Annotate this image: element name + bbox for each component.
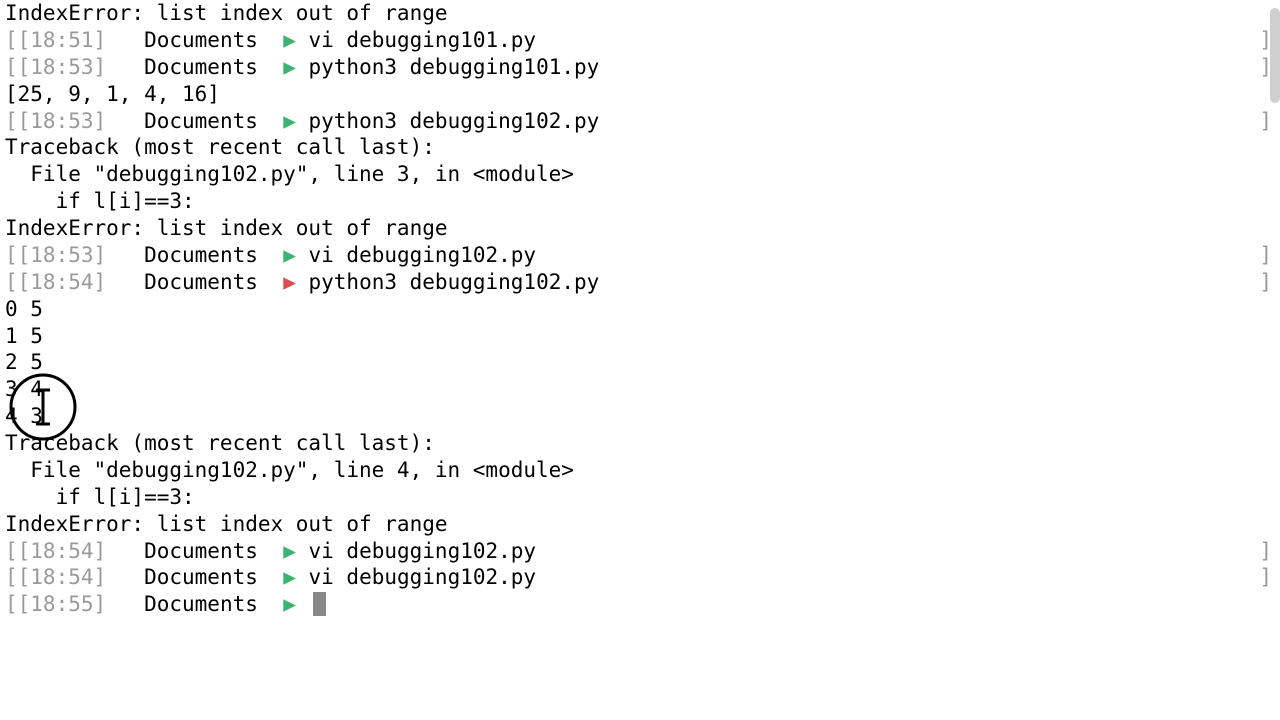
timestamp: [[18:53] <box>5 243 106 267</box>
command-text: vi debugging101.py <box>309 28 537 52</box>
output-text: File "debugging102.py", line 3, in <modu… <box>5 162 574 186</box>
timestamp: [[18:55] <box>5 592 106 616</box>
prompt-arrow-icon: ▶ <box>283 592 296 616</box>
output-text: IndexError: list index out of range <box>5 216 448 240</box>
prompt-arrow-icon: ▶ <box>283 270 296 294</box>
output-line: if l[i]==3: <box>5 188 1275 215</box>
cwd: Documents <box>144 539 258 563</box>
timestamp: [[18:53] <box>5 55 106 79</box>
output-line: 0 5 <box>5 296 1275 323</box>
output-text: 3 4 <box>5 377 43 401</box>
output-line: File "debugging102.py", line 3, in <modu… <box>5 161 1275 188</box>
prompt-arrow-icon: ▶ <box>283 55 296 79</box>
prompt-line: [[18:54] Documents ▶ vi debugging102.py] <box>5 538 1275 565</box>
cwd: Documents <box>144 270 258 294</box>
cwd: Documents <box>144 592 258 616</box>
prompt-line: [[18:53] Documents ▶ python3 debugging10… <box>5 108 1275 135</box>
command-text: vi debugging102.py <box>309 565 537 589</box>
cwd: Documents <box>144 28 258 52</box>
prompt-line: [[18:53] Documents ▶ python3 debugging10… <box>5 54 1275 81</box>
output-text: 4 3 <box>5 404 43 428</box>
timestamp: [[18:53] <box>5 109 106 133</box>
timestamp: [[18:54] <box>5 270 106 294</box>
output-line: IndexError: list index out of range <box>5 215 1275 242</box>
prompt-line: [[18:54] Documents ▶ vi debugging102.py] <box>5 564 1275 591</box>
output-line: IndexError: list index out of range <box>5 0 1275 27</box>
prompt-arrow-icon: ▶ <box>283 28 296 52</box>
output-text: Traceback (most recent call last): <box>5 431 435 455</box>
output-text: [25, 9, 1, 4, 16] <box>5 82 220 106</box>
output-text: 1 5 <box>5 324 43 348</box>
cwd: Documents <box>144 243 258 267</box>
output-line: Traceback (most recent call last): <box>5 134 1275 161</box>
command-text: vi debugging102.py <box>309 243 537 267</box>
output-text: IndexError: list index out of range <box>5 1 448 25</box>
timestamp: [[18:54] <box>5 539 106 563</box>
right-bracket: ] <box>1259 242 1272 269</box>
output-line: IndexError: list index out of range <box>5 511 1275 538</box>
terminal-viewport[interactable]: IndexError: list index out of range[[18:… <box>5 0 1275 618</box>
prompt-line: [[18:55] Documents ▶ <box>5 591 1275 618</box>
output-text: 0 5 <box>5 297 43 321</box>
right-bracket: ] <box>1259 564 1272 591</box>
output-line: [25, 9, 1, 4, 16] <box>5 81 1275 108</box>
prompt-arrow-icon: ▶ <box>283 243 296 267</box>
cwd: Documents <box>144 109 258 133</box>
output-text: IndexError: list index out of range <box>5 512 448 536</box>
prompt-arrow-icon: ▶ <box>283 565 296 589</box>
right-bracket: ] <box>1259 538 1272 565</box>
timestamp: [[18:54] <box>5 565 106 589</box>
right-bracket: ] <box>1259 108 1272 135</box>
output-line: 3 4 <box>5 376 1275 403</box>
output-line: if l[i]==3: <box>5 484 1275 511</box>
command-text: python3 debugging102.py <box>309 109 600 133</box>
command-text: python3 debugging102.py <box>309 270 600 294</box>
output-line: File "debugging102.py", line 4, in <modu… <box>5 457 1275 484</box>
cwd: Documents <box>144 565 258 589</box>
output-line: Traceback (most recent call last): <box>5 430 1275 457</box>
output-text: Traceback (most recent call last): <box>5 135 435 159</box>
output-line: 4 3 <box>5 403 1275 430</box>
output-line: 1 5 <box>5 323 1275 350</box>
output-text: if l[i]==3: <box>5 189 195 213</box>
output-text: File "debugging102.py", line 4, in <modu… <box>5 458 574 482</box>
prompt-line: [[18:51] Documents ▶ vi debugging101.py] <box>5 27 1275 54</box>
output-text: if l[i]==3: <box>5 485 195 509</box>
command-text: vi debugging102.py <box>309 539 537 563</box>
right-bracket: ] <box>1259 269 1272 296</box>
prompt-arrow-icon: ▶ <box>283 109 296 133</box>
prompt-line: [[18:54] Documents ▶ python3 debugging10… <box>5 269 1275 296</box>
timestamp: [[18:51] <box>5 28 106 52</box>
command-text: python3 debugging101.py <box>309 55 600 79</box>
block-cursor[interactable] <box>313 592 326 616</box>
output-line: 2 5 <box>5 349 1275 376</box>
output-text: 2 5 <box>5 350 43 374</box>
cwd: Documents <box>144 55 258 79</box>
prompt-arrow-icon: ▶ <box>283 539 296 563</box>
prompt-line: [[18:53] Documents ▶ vi debugging102.py] <box>5 242 1275 269</box>
scrollbar-thumb[interactable] <box>1270 8 1280 103</box>
